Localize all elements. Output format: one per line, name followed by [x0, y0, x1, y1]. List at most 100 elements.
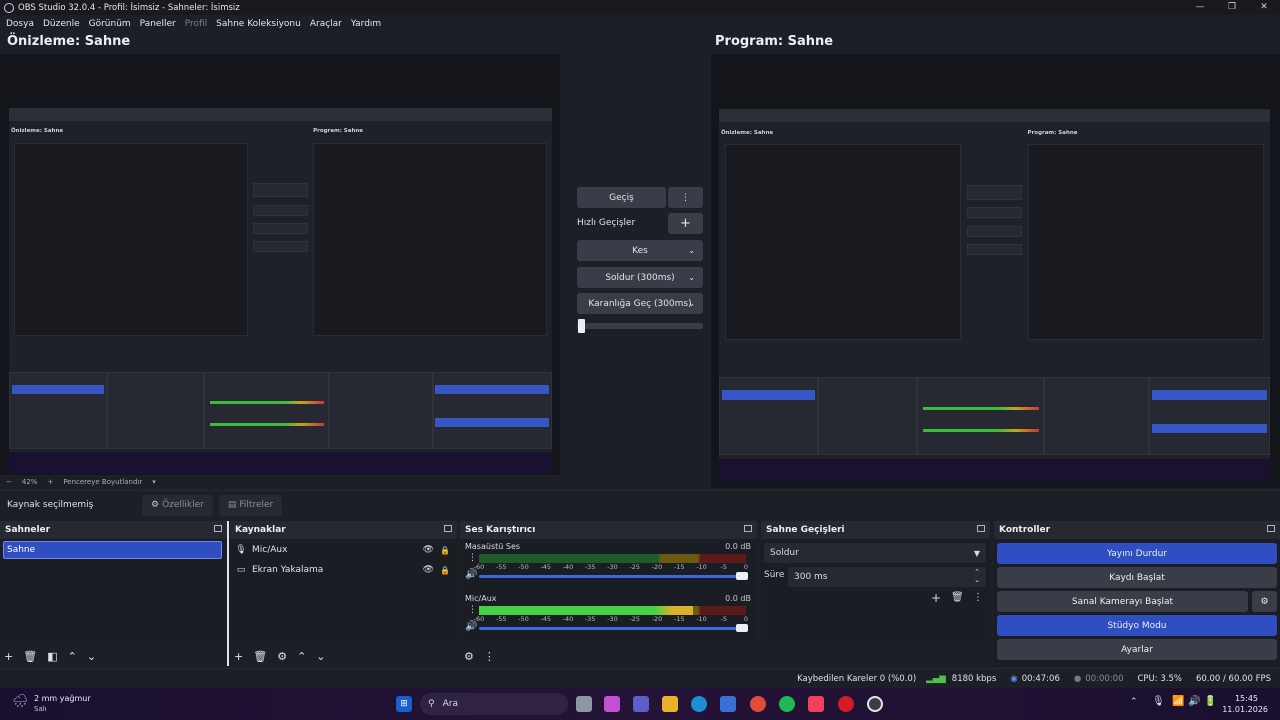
undock-icon[interactable]: [977, 525, 985, 532]
task-view-icon[interactable]: [576, 696, 592, 712]
virtual-camera-settings-button[interactable]: ⚙: [1252, 591, 1277, 612]
copilot-icon[interactable]: [604, 696, 620, 712]
undock-icon[interactable]: [744, 525, 752, 532]
close-icon[interactable]: ✕: [1248, 0, 1280, 15]
speaker-icon[interactable]: 🔊: [465, 621, 477, 632]
duration-spinbox[interactable]: 300 ms ⌃ ⌄: [788, 567, 986, 587]
properties-button[interactable]: ⚙ Özellikler: [142, 494, 213, 516]
chevron-down-icon[interactable]: ⌄: [87, 650, 96, 663]
chrome-icon[interactable]: [750, 696, 766, 712]
slider-knob[interactable]: [736, 624, 748, 632]
start-recording-button[interactable]: Kaydı Başlat: [997, 567, 1277, 588]
lock-icon[interactable]: 🔒: [440, 566, 450, 575]
menu-docks[interactable]: Paneller: [140, 19, 176, 29]
battery-icon[interactable]: 🔋: [1204, 696, 1216, 707]
zoom-out-button[interactable]: −: [6, 478, 12, 486]
slider-knob[interactable]: [736, 572, 748, 580]
studio-mode-button[interactable]: Stüdyo Modu: [997, 615, 1277, 636]
lock-icon[interactable]: 🔒: [440, 546, 450, 555]
program-thumbnail: Önizleme: Sahne Program: Sahne: [719, 109, 1270, 481]
search-icon: ⚲: [428, 699, 435, 709]
menu-profile[interactable]: Profil: [185, 19, 207, 29]
weather-text[interactable]: 2 mm yağmur: [34, 694, 91, 703]
source-item[interactable]: 🎙 Mic/Aux 👁 🔒: [235, 541, 452, 559]
menu-edit[interactable]: Düzenle: [43, 19, 80, 29]
music-icon[interactable]: [808, 696, 824, 712]
microphone-icon[interactable]: 🎙: [1152, 696, 1165, 707]
opera-icon[interactable]: [838, 696, 854, 712]
store-icon[interactable]: [720, 696, 736, 712]
quick-transition-fade[interactable]: Soldur (300ms) ⌄: [577, 267, 703, 288]
eye-icon[interactable]: 👁: [423, 565, 434, 575]
more-vertical-icon[interactable]: ⋮: [484, 650, 495, 663]
edge-icon[interactable]: [691, 696, 707, 712]
more-vertical-icon[interactable]: ⋮: [468, 605, 477, 615]
add-scene-icon[interactable]: +: [4, 650, 13, 663]
advanced-audio-icon[interactable]: ⚙: [464, 650, 474, 663]
trash-icon[interactable]: 🗑: [23, 650, 37, 663]
transition-select[interactable]: Soldur ▼: [764, 543, 986, 563]
volume-slider[interactable]: [479, 572, 748, 580]
quick-transitions-label: Hızlı Geçişler: [577, 218, 636, 228]
fps: 60.00 / 60.00 FPS: [1195, 673, 1271, 684]
chevron-down-icon[interactable]: ⌄: [974, 576, 980, 584]
chevron-up-icon[interactable]: ⌃: [297, 650, 306, 663]
quick-transition-cut[interactable]: Kes ⌄: [577, 240, 703, 261]
chevron-up-icon[interactable]: ⌃: [974, 568, 980, 576]
quick-transition-fade-to-black[interactable]: Karanlığa Geç (300ms) ⌄: [577, 293, 703, 314]
scene-item[interactable]: Sahne: [3, 541, 222, 559]
maximize-icon[interactable]: ❐: [1216, 0, 1248, 15]
trash-icon[interactable]: 🗑: [951, 592, 964, 603]
source-item[interactable]: ▭ Ekran Yakalama 👁 🔒: [235, 561, 452, 579]
dock-splitter[interactable]: [227, 521, 229, 666]
menu-scene-collection[interactable]: Sahne Koleksiyonu: [216, 19, 301, 29]
spotify-icon[interactable]: [779, 696, 795, 712]
speaker-icon[interactable]: 🔊: [465, 569, 477, 580]
clock-time[interactable]: 15:45: [1235, 694, 1258, 703]
db-tick-label: -40: [562, 563, 574, 571]
weather-icon: 🌧: [12, 694, 29, 709]
transition-options-button[interactable]: ⋮: [668, 187, 703, 208]
windows-start-icon[interactable]: ⊞: [396, 696, 412, 712]
transition-button[interactable]: Geçiş: [577, 187, 666, 208]
more-vertical-icon[interactable]: ⋮: [468, 553, 477, 563]
trash-icon[interactable]: 🗑: [253, 650, 267, 663]
taskbar-search[interactable]: ⚲ Ara: [420, 693, 568, 715]
zoom-in-button[interactable]: +: [47, 478, 53, 486]
add-quick-transition-button[interactable]: +: [668, 213, 703, 234]
eye-icon[interactable]: 👁: [423, 545, 434, 555]
volume-slider[interactable]: [479, 624, 748, 632]
chevron-down-icon[interactable]: ▾: [152, 478, 156, 486]
plus-icon[interactable]: +: [931, 591, 941, 605]
chevron-down-icon[interactable]: ⌄: [316, 650, 325, 663]
resize-to-window-button[interactable]: Pencereye Boyutlandır: [63, 478, 142, 486]
file-explorer-icon[interactable]: [662, 696, 678, 712]
scene-filters-icon[interactable]: ◧: [47, 650, 57, 663]
preview-canvas[interactable]: Önizleme: Sahne Program: Sahne: [0, 54, 560, 475]
minimize-icon[interactable]: —: [1184, 0, 1216, 15]
stop-streaming-button[interactable]: Yayını Durdur: [997, 543, 1277, 564]
more-vertical-icon[interactable]: ⋮: [973, 592, 983, 603]
obs-taskbar-icon[interactable]: [867, 696, 883, 712]
menu-view[interactable]: Görünüm: [89, 19, 131, 29]
chevron-up-icon[interactable]: ⌃: [1130, 697, 1138, 707]
volume-icon[interactable]: 🔊: [1188, 696, 1200, 707]
menu-help[interactable]: Yardım: [351, 19, 381, 29]
undock-icon[interactable]: [1267, 525, 1275, 532]
chevron-up-icon[interactable]: ⌃: [68, 650, 77, 663]
gear-icon[interactable]: ⚙: [277, 650, 287, 663]
tbar-slider[interactable]: [577, 319, 703, 333]
filters-label: Filtreler: [239, 500, 274, 510]
teams-icon[interactable]: [633, 696, 649, 712]
db-scale: -60 -55 -50 -45 -40 -35 -30 -25 -20 -15 -10 -5 0: [474, 563, 748, 572]
wifi-icon[interactable]: 📶: [1172, 696, 1184, 707]
filters-button[interactable]: ▤ Filtreler: [218, 494, 283, 516]
menu-tools[interactable]: Araçlar: [310, 19, 342, 29]
undock-icon[interactable]: [214, 525, 222, 532]
settings-button[interactable]: Ayarlar: [997, 639, 1277, 660]
undock-icon[interactable]: [444, 525, 452, 532]
add-source-icon[interactable]: +: [234, 650, 243, 663]
menu-file[interactable]: Dosya: [6, 19, 34, 29]
tbar-handle[interactable]: [578, 319, 585, 333]
start-virtual-camera-button[interactable]: Sanal Kamerayı Başlat: [997, 591, 1248, 612]
